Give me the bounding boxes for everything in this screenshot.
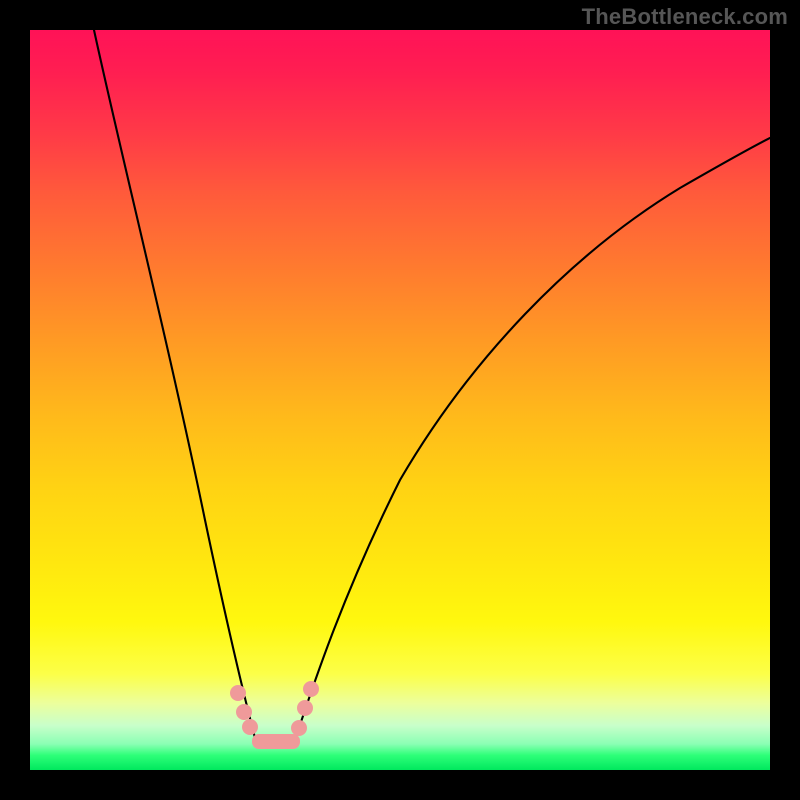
marker-dot bbox=[230, 685, 246, 701]
curve-right-branch bbox=[295, 138, 770, 740]
marker-dot bbox=[242, 719, 258, 735]
marker-bar bbox=[252, 734, 300, 749]
marker-group bbox=[230, 681, 319, 749]
watermark-text: TheBottleneck.com bbox=[582, 4, 788, 30]
curve-left-branch bbox=[94, 30, 255, 738]
marker-dot bbox=[303, 681, 319, 697]
marker-dot bbox=[291, 720, 307, 736]
marker-dot bbox=[236, 704, 252, 720]
marker-dot bbox=[297, 700, 313, 716]
plot-area bbox=[30, 30, 770, 770]
chart-frame: TheBottleneck.com bbox=[0, 0, 800, 800]
curve-layer bbox=[30, 30, 770, 770]
